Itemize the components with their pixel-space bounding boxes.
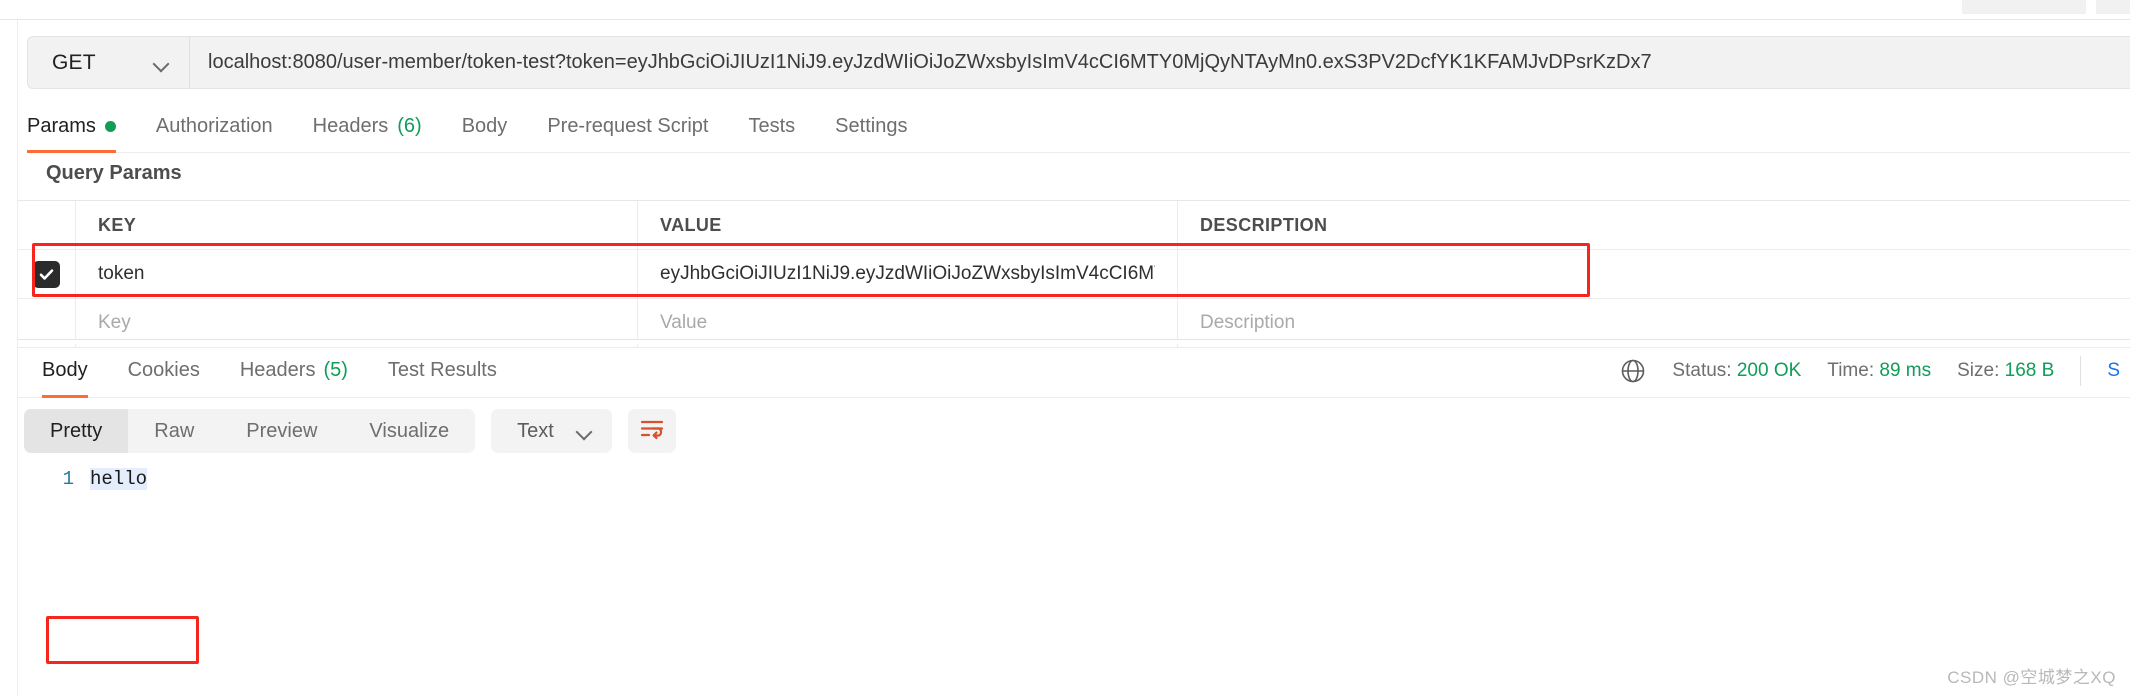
size-text: Size: 168 B xyxy=(1957,360,2054,382)
tab-params-label: Params xyxy=(27,115,96,137)
status-text: Status: 200 OK xyxy=(1672,360,1801,382)
column-header-key: KEY xyxy=(98,214,137,235)
response-tab-cookies[interactable]: Cookies xyxy=(108,344,220,398)
background-tab[interactable] xyxy=(1962,0,2086,14)
request-tabs: Params Authorization Headers (6) Body Pr… xyxy=(27,101,2130,153)
column-header-description: DESCRIPTION xyxy=(1200,214,1328,235)
tab-params[interactable]: Params xyxy=(27,101,136,153)
view-mode-raw[interactable]: Raw xyxy=(128,409,220,453)
wrap-text-icon xyxy=(639,417,665,446)
header-cell-description: DESCRIPTION xyxy=(1178,201,2130,249)
response-tab-test-results[interactable]: Test Results xyxy=(368,344,517,398)
response-tab-headers-count: (5) xyxy=(323,359,348,381)
tab-headers-count: (6) xyxy=(397,115,422,137)
placeholder-key-label: Key xyxy=(98,312,131,333)
globe-icon xyxy=(1620,358,1646,384)
tab-settings[interactable]: Settings xyxy=(815,101,927,153)
size-value: 168 B xyxy=(2004,360,2055,381)
header-cell-value: VALUE xyxy=(638,201,1178,249)
response-body-toolbar: Pretty Raw Preview Visualize Text xyxy=(18,400,2130,462)
table-header-row: KEY VALUE DESCRIPTION xyxy=(18,201,2130,250)
view-mode-segmented-control: Pretty Raw Preview Visualize xyxy=(24,409,476,453)
postman-window: GET localhost:8080/user-member/token-tes… xyxy=(0,0,2130,696)
placeholder-value-label: Value xyxy=(660,312,708,333)
table-row: token eyJhbGciOiJIUzI1NiJ9.eyJzdWIiOiJoZ… xyxy=(18,250,2130,299)
url-bar: GET localhost:8080/user-member/token-tes… xyxy=(27,36,2130,89)
time-text: Time: 89 ms xyxy=(1827,360,1931,382)
row-description-cell[interactable] xyxy=(1178,250,2130,298)
code-line-text: hello xyxy=(90,468,148,490)
response-tab-headers-label: Headers xyxy=(239,359,316,381)
status-value: 200 OK xyxy=(1736,360,1802,381)
code-line-selection: hello xyxy=(90,468,148,490)
code-line: 1 hello xyxy=(18,462,2130,496)
placeholder-description-label: Description xyxy=(1200,312,1296,333)
tab-pre-request-script-label: Pre-request Script xyxy=(547,115,709,137)
row-key-value: token xyxy=(98,263,145,284)
params-modified-dot-icon xyxy=(104,121,116,132)
format-selector[interactable]: Text xyxy=(491,409,612,453)
column-header-value: VALUE xyxy=(660,214,722,235)
tab-body-label: Body xyxy=(461,115,508,137)
header-cell-checkbox xyxy=(18,201,76,249)
header-cell-key: KEY xyxy=(76,201,638,249)
response-tab-cookies-label: Cookies xyxy=(127,359,200,381)
response-tab-headers[interactable]: Headers (5) xyxy=(220,344,368,398)
response-tab-body-label: Body xyxy=(42,359,88,381)
url-input[interactable]: localhost:8080/user-member/token-test?to… xyxy=(190,37,2130,88)
format-selector-label: Text xyxy=(517,419,554,442)
tab-pre-request-script[interactable]: Pre-request Script xyxy=(527,101,728,153)
response-tab-test-results-label: Test Results xyxy=(387,359,497,381)
row-key-cell[interactable]: token xyxy=(76,250,638,298)
background-tab-add[interactable] xyxy=(2096,0,2130,14)
tab-bar-strip xyxy=(0,0,2130,20)
row-checkbox-cell xyxy=(18,250,76,298)
save-response-button[interactable]: S xyxy=(2107,360,2120,382)
query-params-table: KEY VALUE DESCRIPTION token eyJhbGciOiJI… xyxy=(18,200,2130,348)
view-mode-preview[interactable]: Preview xyxy=(220,409,343,453)
row-value-value: eyJhbGciOiJIUzI1NiJ9.eyJzdWIiOiJoZWxsbyI… xyxy=(660,263,1155,284)
time-label: Time: xyxy=(1827,360,1875,381)
response-tab-body[interactable]: Body xyxy=(18,344,108,398)
time-value: 89 ms xyxy=(1879,360,1932,381)
status-label: Status: xyxy=(1672,360,1732,381)
checkbox-checked-icon[interactable] xyxy=(33,260,60,288)
view-mode-pretty[interactable]: Pretty xyxy=(24,409,129,453)
http-method-selector[interactable]: GET xyxy=(28,37,190,88)
wrap-text-button[interactable] xyxy=(627,409,676,453)
tab-authorization[interactable]: Authorization xyxy=(136,101,293,153)
row-value-cell[interactable]: eyJhbGciOiJIUzI1NiJ9.eyJzdWIiOiJoZWxsbyI… xyxy=(638,250,1178,298)
tab-authorization-label: Authorization xyxy=(155,115,273,137)
tab-headers-label: Headers xyxy=(312,115,389,137)
tab-tests-label: Tests xyxy=(748,115,796,137)
response-body-code[interactable]: 1 hello xyxy=(18,462,2130,696)
chevron-down-icon xyxy=(576,423,592,439)
tab-settings-label: Settings xyxy=(835,115,908,137)
tab-body[interactable]: Body xyxy=(442,101,528,153)
query-params-title: Query Params xyxy=(46,162,182,184)
chevron-down-icon xyxy=(153,55,169,71)
watermark: CSDN @空城梦之XQ xyxy=(1947,668,2116,687)
http-method-label: GET xyxy=(52,50,96,74)
meta-divider xyxy=(2080,356,2082,386)
tab-tests[interactable]: Tests xyxy=(728,101,815,153)
size-label: Size: xyxy=(1957,360,2000,381)
response-meta: Status: 200 OK Time: 89 ms Size: 168 B S xyxy=(1620,344,2130,398)
left-rail xyxy=(0,0,18,696)
tab-headers[interactable]: Headers (6) xyxy=(293,101,442,153)
line-number: 1 xyxy=(62,468,74,490)
view-mode-visualize[interactable]: Visualize xyxy=(343,409,475,453)
